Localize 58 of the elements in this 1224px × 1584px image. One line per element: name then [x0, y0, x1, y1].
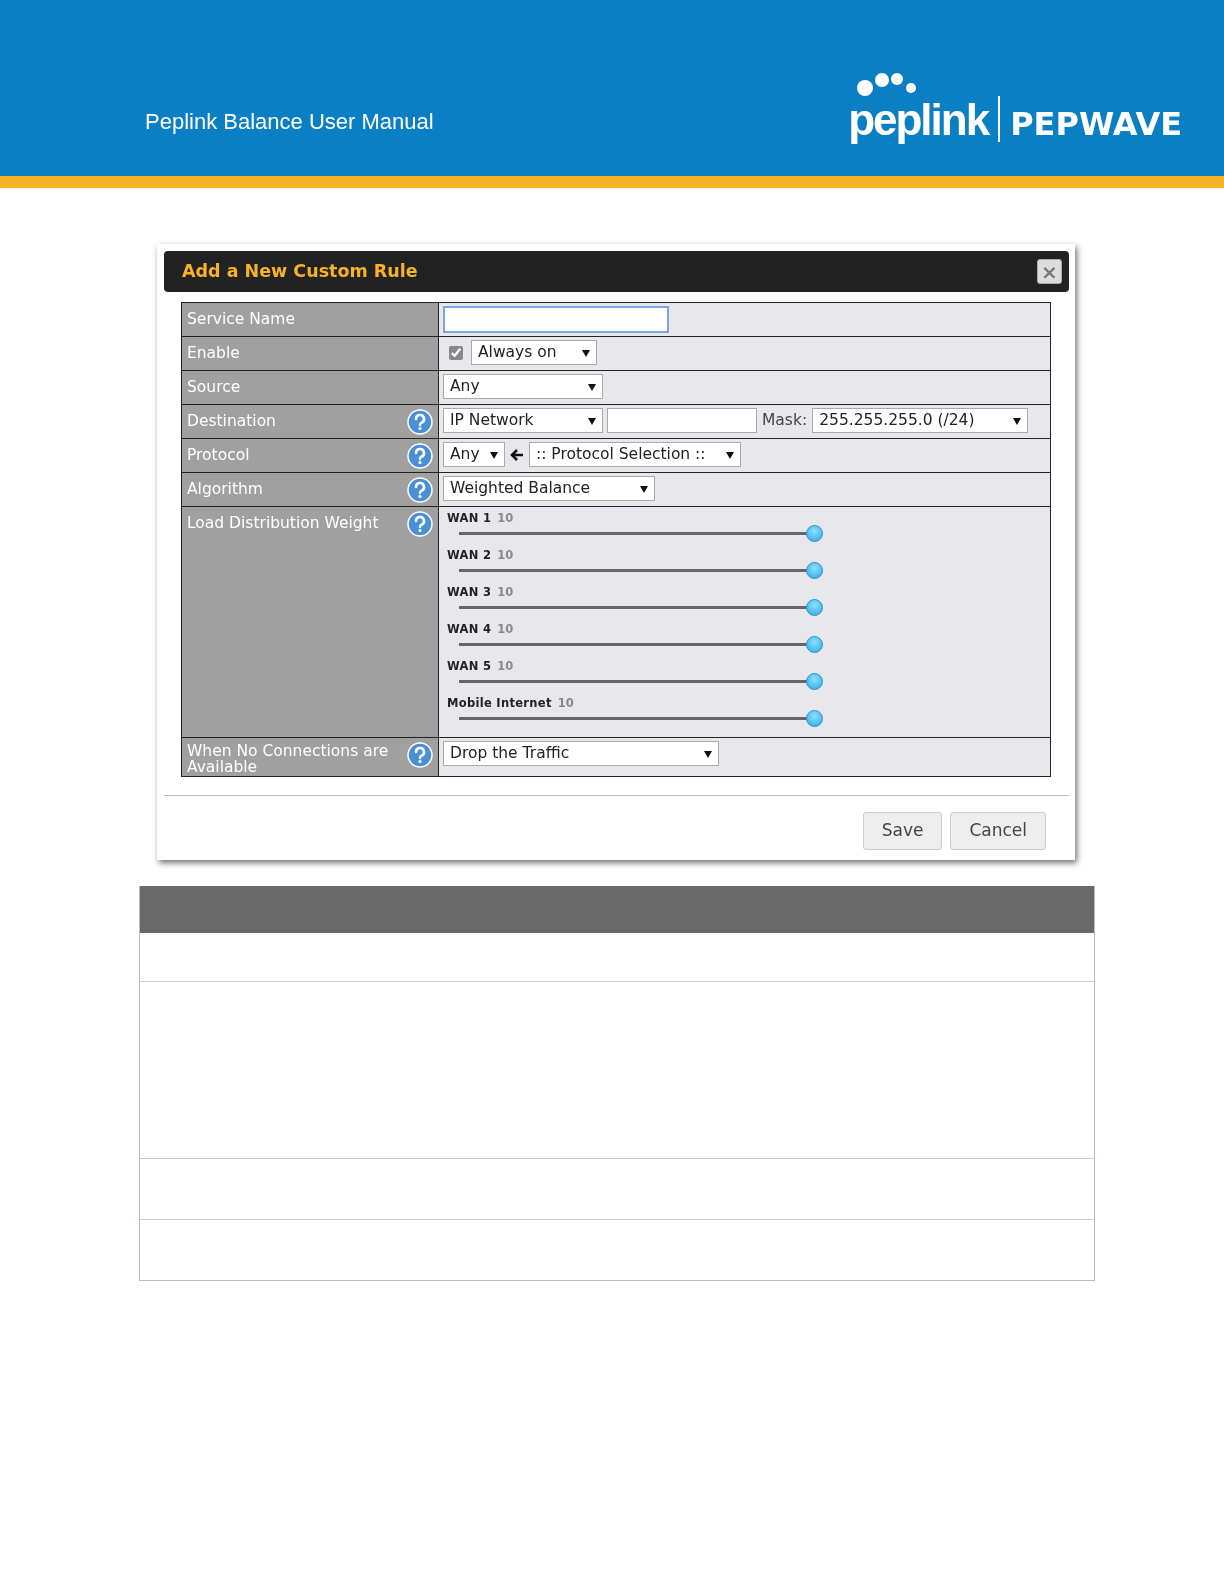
dropdown[interactable]: Any — [443, 374, 603, 399]
manual-title: Peplink Balance User Manual — [145, 108, 434, 136]
dropdown[interactable]: Always on — [471, 340, 597, 365]
dialog-title: Add a New Custom Rule — [182, 260, 418, 284]
checkbox[interactable] — [449, 345, 463, 360]
caret-icon — [704, 749, 712, 758]
slider-thumb[interactable] — [806, 599, 823, 616]
slider-label: WAN 4 — [447, 622, 492, 636]
field-label: Protocol — [187, 445, 250, 466]
slider-thumb[interactable] — [806, 636, 823, 653]
save-button[interactable]: Save — [862, 811, 943, 850]
field-label: Destination — [187, 411, 276, 432]
slider-value: 10 — [497, 548, 514, 562]
dropdown[interactable]: :: Protocol Selection :: — [529, 442, 741, 467]
logo-text: peplink — [848, 98, 989, 142]
cancel-button[interactable]: Cancel — [950, 811, 1046, 850]
slider-label: WAN 2 — [447, 548, 492, 562]
slider-value: 10 — [497, 622, 514, 636]
dropdown[interactable]: Drop the Traffic — [443, 741, 719, 766]
caret-icon — [490, 450, 498, 459]
slider-label: Mobile Internet — [447, 696, 552, 710]
slider-label: WAN 5 — [447, 659, 492, 673]
help-icon[interactable] — [407, 742, 433, 768]
left-arrow-icon — [509, 446, 525, 463]
field-label: Enable — [187, 343, 240, 364]
caret-icon — [640, 484, 648, 493]
help-icon[interactable] — [407, 409, 433, 435]
slider-thumb[interactable] — [806, 673, 823, 690]
help-icon[interactable] — [407, 477, 433, 503]
slider-thumb[interactable] — [806, 525, 823, 542]
slider-value: 10 — [557, 696, 574, 710]
field-label: Algorithm — [187, 479, 263, 500]
mask-label: Mask: — [762, 409, 808, 431]
logo-text: PEPWAVE — [1010, 108, 1182, 140]
field-label: Service Name — [187, 309, 295, 330]
help-icon[interactable] — [407, 443, 433, 469]
dropdown[interactable]: Any — [443, 442, 505, 467]
field-label: Source — [187, 377, 241, 398]
text-field[interactable] — [607, 408, 757, 433]
caret-icon — [726, 450, 734, 459]
caret-icon — [588, 382, 596, 391]
help-icon[interactable] — [407, 511, 433, 537]
slider-label: WAN 3 — [447, 585, 492, 599]
text-field[interactable] — [443, 306, 669, 333]
caret-icon — [588, 416, 596, 425]
slider-label: WAN 1 — [447, 511, 492, 525]
dropdown[interactable]: IP Network — [443, 408, 603, 433]
slider-thumb[interactable] — [806, 710, 823, 727]
slider-value: 10 — [497, 511, 514, 525]
slider-value: 10 — [497, 585, 514, 599]
field-label: When No Connections are Available — [187, 743, 390, 776]
field-label: Load Distribution Weight — [187, 513, 379, 534]
caret-icon — [582, 348, 590, 357]
caret-icon — [1013, 416, 1022, 425]
slider-value: 10 — [497, 659, 514, 673]
slider-thumb[interactable] — [806, 562, 823, 579]
dropdown[interactable]: Weighted Balance — [443, 476, 655, 501]
dropdown[interactable]: 255.255.255.0 (/24) — [812, 408, 1029, 433]
